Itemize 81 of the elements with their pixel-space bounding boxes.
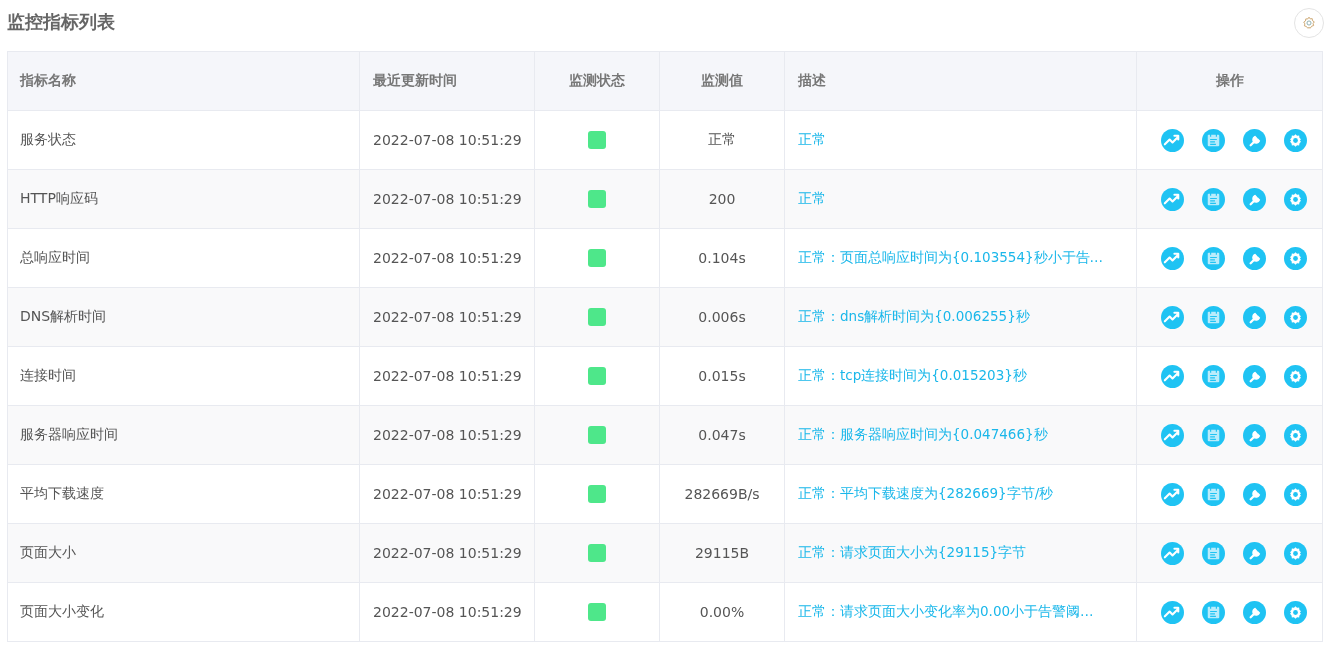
description-link[interactable]: 正常 <box>785 111 1137 169</box>
document-icon[interactable] <box>1201 305 1225 329</box>
table-cell: 29115B <box>660 524 785 582</box>
column-header: 监测状态 <box>535 52 660 110</box>
document-icon[interactable] <box>1201 246 1225 270</box>
table-cell: 282669B/s <box>660 465 785 523</box>
wrench-icon[interactable] <box>1242 364 1266 388</box>
table-cell: 页面大小 <box>8 524 360 582</box>
table-cell: 0.047s <box>660 406 785 464</box>
description-link[interactable]: 正常 <box>785 170 1137 228</box>
settings-icon[interactable] <box>1283 305 1307 329</box>
table-cell: 2022-07-08 10:51:29 <box>360 583 535 641</box>
column-header: 操作 <box>1214 71 1245 90</box>
trend-chart-icon[interactable] <box>1160 187 1184 211</box>
table-cell: 0.104s <box>660 229 785 287</box>
trend-chart-icon[interactable] <box>1160 246 1184 270</box>
settings-icon[interactable] <box>1283 128 1307 152</box>
table-cell: 正常 <box>660 111 785 169</box>
description-link[interactable]: 正常：dns解析时间为{0.006255}秒 <box>785 288 1137 346</box>
column-header: 最近更新时间 <box>360 52 535 110</box>
trend-chart-icon[interactable] <box>1160 541 1184 565</box>
settings-icon[interactable] <box>1283 423 1307 447</box>
table-cell: 页面大小变化 <box>8 583 360 641</box>
table-cell: 2022-07-08 10:51:29 <box>360 524 535 582</box>
settings-icon[interactable] <box>1283 600 1307 624</box>
settings-icon <box>1302 15 1316 30</box>
document-icon[interactable] <box>1201 600 1225 624</box>
settings-icon[interactable] <box>1283 541 1307 565</box>
wrench-icon[interactable] <box>1242 600 1266 624</box>
table-cell: 0.015s <box>660 347 785 405</box>
description-link[interactable]: 正常：平均下载速度为{282669}字节/秒 <box>785 465 1137 523</box>
settings-icon[interactable] <box>1283 187 1307 211</box>
trend-chart-icon[interactable] <box>1160 482 1184 506</box>
table-cell: HTTP响应码 <box>8 170 360 228</box>
document-icon[interactable] <box>1201 364 1225 388</box>
table-cell: 总响应时间 <box>8 229 360 287</box>
trend-chart-icon[interactable] <box>1160 423 1184 447</box>
table-cell: 2022-07-08 10:51:29 <box>360 170 535 228</box>
table-cell: 2022-07-08 10:51:29 <box>360 347 535 405</box>
page-title: 监控指标列表 <box>7 9 115 34</box>
table-cell: 服务状态 <box>8 111 360 169</box>
wrench-icon[interactable] <box>1242 187 1266 211</box>
document-icon[interactable] <box>1201 482 1225 506</box>
table-cell: 2022-07-08 10:51:29 <box>360 111 535 169</box>
trend-chart-icon[interactable] <box>1160 364 1184 388</box>
trend-chart-icon[interactable] <box>1160 128 1184 152</box>
description-link[interactable]: 正常：请求页面大小为{29115}字节 <box>785 524 1137 582</box>
table-cell: 2022-07-08 10:51:29 <box>360 288 535 346</box>
description-link[interactable]: 正常：tcp连接时间为{0.015203}秒 <box>785 347 1137 405</box>
table-cell: 连接时间 <box>8 347 360 405</box>
column-header: 监测值 <box>660 52 785 110</box>
settings-icon[interactable] <box>1283 364 1307 388</box>
table-cell: 2022-07-08 10:51:29 <box>360 229 535 287</box>
table-cell: 2022-07-08 10:51:29 <box>360 465 535 523</box>
document-icon[interactable] <box>1201 187 1225 211</box>
table-cell: 0.00% <box>660 583 785 641</box>
settings-button[interactable] <box>1294 7 1324 38</box>
document-icon[interactable] <box>1201 423 1225 447</box>
wrench-icon[interactable] <box>1242 541 1266 565</box>
table-cell: 平均下载速度 <box>8 465 360 523</box>
description-link[interactable]: 正常：请求页面大小变化率为0.00小于告警阈… <box>785 583 1137 641</box>
settings-icon[interactable] <box>1283 482 1307 506</box>
table-cell: 0.006s <box>660 288 785 346</box>
column-header: 指标名称 <box>8 52 360 110</box>
document-icon[interactable] <box>1201 128 1225 152</box>
wrench-icon[interactable] <box>1242 305 1266 329</box>
description-link[interactable]: 正常：页面总响应时间为{0.103554}秒小于告… <box>785 229 1137 287</box>
wrench-icon[interactable] <box>1242 128 1266 152</box>
table-cell: 2022-07-08 10:51:29 <box>360 406 535 464</box>
description-link[interactable]: 正常：服务器响应时间为{0.047466}秒 <box>785 406 1137 464</box>
table-cell: DNS解析时间 <box>8 288 360 346</box>
wrench-icon[interactable] <box>1242 246 1266 270</box>
column-header: 描述 <box>785 52 1137 110</box>
table-cell: 200 <box>660 170 785 228</box>
trend-chart-icon[interactable] <box>1160 305 1184 329</box>
wrench-icon[interactable] <box>1242 423 1266 447</box>
settings-icon[interactable] <box>1283 246 1307 270</box>
table-cell: 服务器响应时间 <box>8 406 360 464</box>
wrench-icon[interactable] <box>1242 482 1266 506</box>
trend-chart-icon[interactable] <box>1160 600 1184 624</box>
document-icon[interactable] <box>1201 541 1225 565</box>
